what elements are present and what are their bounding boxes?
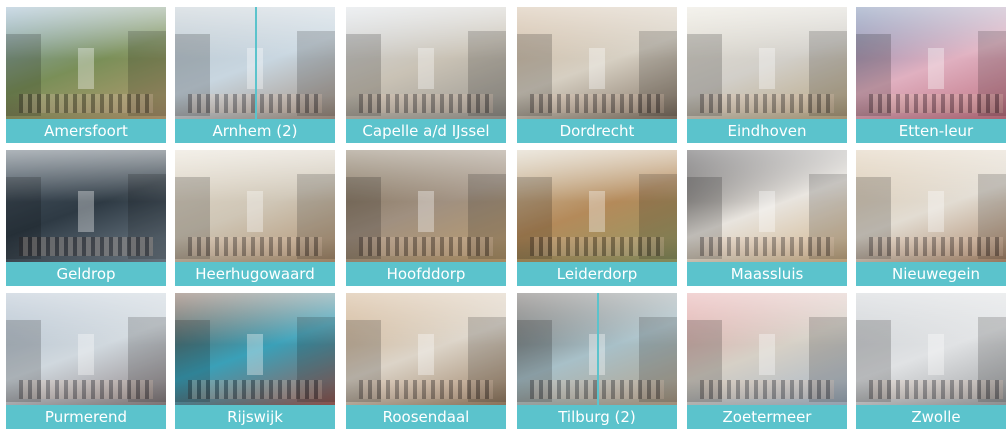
location-tile[interactable]: Dordrecht [517, 7, 677, 143]
location-tile[interactable]: Arnhem (2) [175, 7, 335, 143]
location-tile[interactable]: Nieuwegein [856, 150, 1006, 286]
location-tile[interactable]: Geldrop [6, 150, 166, 286]
location-tile[interactable]: Tilburg (2) [517, 293, 677, 429]
location-caption: Heerhugowaard [175, 262, 335, 286]
location-tile[interactable]: Maassluis [687, 150, 847, 286]
location-caption: Hoofddorp [346, 262, 506, 286]
photo-divider [255, 7, 257, 119]
location-tile[interactable]: Amersfoort [6, 7, 166, 143]
location-caption: Nieuwegein [856, 262, 1006, 286]
location-caption: Capelle a/d IJssel [346, 119, 506, 143]
location-tile[interactable]: Zoetermeer [687, 293, 847, 429]
location-tile[interactable]: Hoofddorp [346, 150, 506, 286]
location-caption: Purmerend [6, 405, 166, 429]
location-caption: Arnhem (2) [175, 119, 335, 143]
location-caption: Geldrop [6, 262, 166, 286]
location-caption: Etten-leur [856, 119, 1006, 143]
location-tile[interactable]: Leiderdorp [517, 150, 677, 286]
location-caption: Tilburg (2) [517, 405, 677, 429]
location-tile[interactable]: Zwolle [856, 293, 1006, 429]
location-caption: Amersfoort [6, 119, 166, 143]
photo-divider [597, 293, 599, 405]
location-caption: Rijswijk [175, 405, 335, 429]
location-caption: Maassluis [687, 262, 847, 286]
location-caption: Dordrecht [517, 119, 677, 143]
location-tile[interactable]: Roosendaal [346, 293, 506, 429]
location-tile[interactable]: Heerhugowaard [175, 150, 335, 286]
location-caption: Zwolle [856, 405, 1006, 429]
location-caption: Leiderdorp [517, 262, 677, 286]
location-tile[interactable]: Rijswijk [175, 293, 335, 429]
location-tile[interactable]: Etten-leur [856, 7, 1006, 143]
location-tile[interactable]: Capelle a/d IJssel [346, 7, 506, 143]
location-caption: Eindhoven [687, 119, 847, 143]
location-caption: Zoetermeer [687, 405, 847, 429]
location-tile[interactable]: Purmerend [6, 293, 166, 429]
location-caption: Roosendaal [346, 405, 506, 429]
location-grid: Amersfoort Arnhem (2) Capelle a/d IJssel Do… [0, 0, 1006, 429]
location-tile[interactable]: Eindhoven [687, 7, 847, 143]
